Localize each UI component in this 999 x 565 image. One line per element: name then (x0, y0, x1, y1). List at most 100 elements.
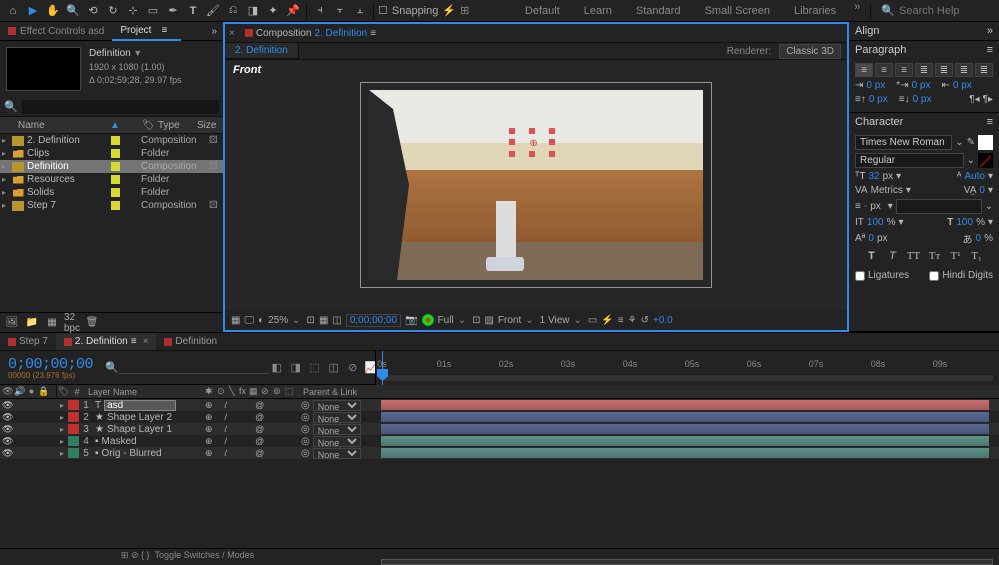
world-axis-icon[interactable]: ⫟ (331, 2, 349, 20)
justify-all-icon[interactable]: ≣ (975, 63, 993, 77)
project-column-header[interactable]: Name ▲ Comment 🏷 Type Size (0, 117, 223, 134)
parent-dropdown[interactable]: None (313, 412, 361, 423)
project-item[interactable]: ▸SolidsFolder (0, 186, 223, 199)
comp-thumbnail[interactable] (6, 47, 81, 91)
parent-pickwhip-icon[interactable]: @ (255, 412, 264, 422)
stroke-width-value[interactable]: - (864, 201, 867, 212)
resolution-dropdown[interactable]: Full⌄ (438, 315, 469, 326)
parent-dropdown[interactable]: None (313, 424, 361, 435)
workspace-learn[interactable]: Learn (572, 1, 624, 21)
flowchart-icon[interactable]: ▼ (133, 48, 142, 58)
layer-row[interactable]: 👁 ▸ 4 ▪Masked ⊕/@ ◎None (0, 435, 999, 447)
video-switch-icon[interactable]: 👁 (2, 386, 13, 397)
layer-row[interactable]: 👁 ▸ 5 ▪Orig - Blurred ⊕/@ ◎None (0, 447, 999, 459)
new-folder-icon[interactable]: 📁 (24, 316, 40, 330)
justify-last-right-icon[interactable]: ≣ (955, 63, 973, 77)
parent-pickwhip-icon[interactable]: @ (255, 424, 264, 434)
small-caps-button[interactable]: Tᴛ (927, 249, 943, 263)
hindi-digits-checkbox[interactable] (929, 271, 939, 281)
font-style-dropdown[interactable]: Regular (855, 153, 964, 168)
parent-pickwhip-icon[interactable]: @ (255, 400, 264, 410)
subscript-button[interactable]: T₁ (969, 249, 985, 263)
superscript-button[interactable]: T¹ (948, 249, 964, 263)
eyedropper-icon[interactable]: ✎ (967, 137, 975, 148)
panel-menu-icon[interactable]: ≡ (987, 116, 993, 128)
timeline-icon[interactable]: ≡ (618, 315, 624, 326)
align-right-icon[interactable]: ≡ (895, 63, 913, 77)
safe-zones-icon[interactable]: ⊡ (307, 315, 315, 326)
align-center-icon[interactable]: ≡ (875, 63, 893, 77)
shape-tool-icon[interactable]: ▭ (144, 2, 162, 20)
tab-effect-controls[interactable]: Effect Controls asd (0, 23, 112, 40)
pen-tool-icon[interactable]: ✒ (164, 2, 182, 20)
ligatures-checkbox[interactable] (855, 271, 865, 281)
text-tool-icon[interactable]: T (184, 2, 202, 20)
project-item[interactable]: ▸Step 7Composition⚄ (0, 199, 223, 212)
bpc-toggle[interactable]: 32 bpc (64, 316, 80, 330)
character-panel-title[interactable]: Character (855, 116, 903, 128)
local-axis-icon[interactable]: ⫞ (311, 2, 329, 20)
time-ruler[interactable]: 0s01s02s03s04s05s06s07s08s09s (375, 351, 999, 385)
res-icon[interactable]: 🖵 (244, 315, 254, 326)
fast-preview-icon[interactable]: ⚡ (601, 315, 613, 326)
roi-icon[interactable]: ⊡ (472, 315, 480, 326)
renderer-dropdown[interactable]: Classic 3D (779, 44, 841, 59)
fill-color-swatch[interactable] (978, 135, 993, 150)
stroke-color-swatch[interactable] (978, 153, 993, 168)
motion-blur-toggle-icon[interactable]: ⊘ (131, 550, 139, 561)
tracking-value[interactable]: 0 (979, 185, 985, 196)
timeline-tab[interactable]: 2. Definition ≡× (56, 333, 157, 350)
layer-name-input[interactable] (104, 400, 176, 411)
frame-blend-toggle-icon[interactable]: ⊞ (121, 550, 129, 561)
view-axis-icon[interactable]: ⫠ (351, 2, 369, 20)
layer-bar[interactable] (381, 400, 989, 410)
layer-bar[interactable] (381, 436, 989, 446)
panel-menu-icon[interactable]: » (987, 25, 993, 37)
transparency-icon[interactable]: ▨ (484, 315, 493, 326)
workspace-libraries[interactable]: Libraries (782, 1, 848, 21)
timeline-search-input[interactable] (119, 362, 269, 374)
project-item[interactable]: ▸2. DefinitionComposition⚄ (0, 134, 223, 147)
faux-italic-button[interactable]: T (885, 249, 901, 263)
all-caps-button[interactable]: TT (906, 249, 922, 263)
parent-dropdown[interactable]: None (313, 436, 361, 447)
align-panel-title[interactable]: Align (855, 25, 879, 37)
home-icon[interactable]: ⌂ (4, 2, 22, 20)
workspace-small-screen[interactable]: Small Screen (693, 1, 782, 21)
hand-tool-icon[interactable]: ✋ (44, 2, 62, 20)
zoom-dropdown[interactable]: 25%⌄ (268, 315, 302, 326)
preview-timecode[interactable]: 0;00;00;00 (346, 314, 401, 327)
panel-overflow-icon[interactable]: » (205, 26, 223, 37)
parent-dropdown[interactable]: None (313, 400, 361, 411)
layer-bar[interactable] (381, 412, 989, 422)
label-column-icon[interactable]: 🏷 (56, 386, 70, 397)
flowchart-icon[interactable]: ⚘ (628, 315, 637, 326)
alpha-icon[interactable]: ▦ (231, 315, 240, 326)
space-before-value[interactable]: 0 px (869, 94, 888, 105)
timeline-tab[interactable]: Step 7 (0, 333, 56, 350)
selection-tool-icon[interactable]: ▶ (24, 2, 42, 20)
project-item[interactable]: ▸DefinitionComposition⚄ (0, 160, 223, 173)
clone-tool-icon[interactable]: ⎌ (224, 2, 242, 20)
indent-first-value[interactable]: 0 px (912, 80, 931, 91)
audio-switch-icon[interactable]: 🔊 (14, 386, 25, 397)
snapping-toggle[interactable]: ☐Snapping⚡⊞ (378, 4, 469, 17)
motion-blur-icon[interactable]: ⊘ (345, 360, 361, 376)
help-search[interactable]: 🔍 (875, 4, 995, 17)
subview-tab[interactable]: 2. Definition (225, 43, 299, 58)
layer-row[interactable]: 👁 ▸ 2 ★Shape Layer 2 ⊕/@ ◎None (0, 411, 999, 423)
anchor-point-icon[interactable]: ⊕ (529, 138, 537, 149)
project-search-input[interactable] (22, 100, 219, 114)
layer-row[interactable]: 👁 ▸ 1 T ⊕/@ ◎None (0, 399, 999, 411)
align-left-icon[interactable]: ≡ (855, 63, 873, 77)
project-item[interactable]: ▸ClipsFolder (0, 147, 223, 160)
indent-left-value[interactable]: 0 px (866, 80, 885, 91)
interpret-footage-icon[interactable]: 🖼 (4, 316, 20, 330)
3d-view-dropdown[interactable]: Front⌄ (498, 315, 536, 326)
eraser-tool-icon[interactable]: ◨ (244, 2, 262, 20)
reset-exposure-icon[interactable]: ↺ (641, 315, 649, 326)
timeline-tab[interactable]: Definition (156, 333, 225, 350)
parent-dropdown[interactable]: None (313, 448, 361, 459)
project-item[interactable]: ▸ResourcesFolder (0, 173, 223, 186)
justify-last-center-icon[interactable]: ≣ (935, 63, 953, 77)
